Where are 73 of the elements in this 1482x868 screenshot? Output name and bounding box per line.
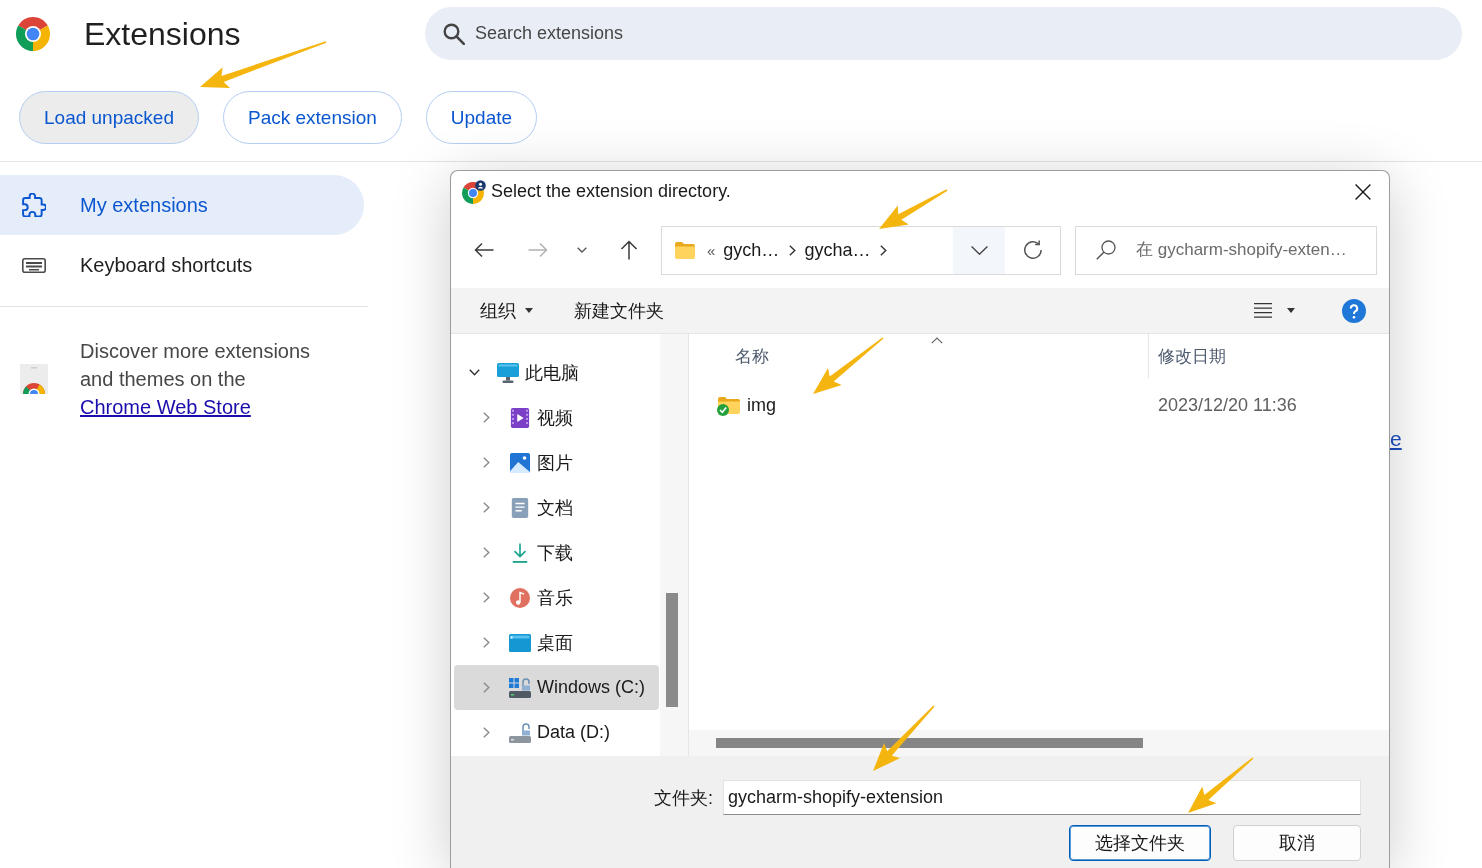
tree-item[interactable]: 图片: [454, 440, 659, 485]
breadcrumb[interactable]: gych…: [723, 239, 780, 261]
puzzle-piece-icon: [22, 193, 46, 217]
chevron-right-icon[interactable]: [789, 244, 797, 256]
keyboard-icon: [22, 257, 46, 273]
modified-date: 2023/12/20 11:36: [1157, 394, 1297, 416]
folder-icon: [674, 241, 696, 259]
search-field[interactable]: Search extensions: [425, 7, 1462, 60]
help-button[interactable]: [1342, 298, 1366, 323]
annotation-arrow: [813, 337, 884, 394]
organize-menu[interactable]: 组织: [480, 298, 533, 323]
caret-down-icon: [1287, 308, 1295, 313]
action-button[interactable]: Pack extension: [222, 91, 402, 144]
column-header[interactable]: 修改日期: [1149, 334, 1389, 378]
chevron-right-icon[interactable]: [880, 244, 888, 256]
annotation-arrow: [1188, 757, 1254, 813]
file-name[interactable]: img: [747, 394, 776, 416]
up-arrow-icon: [620, 240, 638, 260]
field-label: 文件夹:: [654, 786, 713, 810]
close-icon: [1355, 183, 1371, 200]
breadcrumb[interactable]: gycha…: [804, 239, 871, 261]
chrome-logo-icon: [16, 16, 50, 51]
tree-item[interactable]: Windows (C:): [454, 665, 659, 710]
sort-caret-icon: [930, 337, 943, 344]
music-note-icon: [509, 587, 531, 608]
tree-item[interactable]: 音乐: [454, 575, 659, 620]
select-folder-button[interactable]: 选择文件夹: [1069, 825, 1211, 861]
list-view-icon: [1254, 303, 1272, 318]
monitor-icon: [497, 362, 519, 383]
link[interactable]: e: [1390, 427, 1402, 451]
document-icon: [509, 497, 531, 518]
tree-item[interactable]: 桌面: [454, 620, 659, 665]
chrome-logo-icon: [462, 179, 486, 204]
caret-down-icon: [577, 247, 587, 253]
view-options-button[interactable]: [1254, 303, 1295, 318]
picture-icon: [509, 452, 531, 473]
tree-item[interactable]: 下载: [454, 530, 659, 575]
action-button[interactable]: Update: [425, 91, 538, 144]
help-icon: [1342, 298, 1366, 323]
caret-down-icon: [525, 308, 533, 313]
tree-item[interactable]: 文档: [454, 485, 659, 530]
search-icon: [1096, 240, 1116, 260]
folder-name-field[interactable]: gycharm-shopify-extension: [723, 780, 1361, 815]
chevron-down-icon: [970, 245, 988, 255]
action-button[interactable]: Load unpacked: [19, 91, 199, 144]
scrollbar-thumb[interactable]: [716, 738, 1143, 748]
search-icon: [443, 22, 465, 45]
drive-lock-icon: [509, 722, 531, 743]
annotation-arrow: [873, 705, 935, 771]
search-field[interactable]: 在 gycharm-shopify-exten…: [1075, 225, 1377, 275]
address-bar[interactable]: « gych… gycha…: [661, 225, 1061, 275]
tree-item[interactable]: Data (D:): [454, 710, 659, 755]
refresh-icon: [1022, 240, 1043, 260]
cancel-button[interactable]: 取消: [1233, 825, 1361, 861]
left-arrow-icon: [474, 242, 494, 258]
video-icon: [509, 407, 531, 428]
dialog-title: Select the extension directory.: [491, 181, 732, 202]
annotation-arrow: [879, 189, 948, 229]
right-arrow-icon: [528, 242, 548, 258]
system-drive-icon: [509, 677, 531, 698]
page-title: Extensions: [84, 14, 241, 54]
sidebar-item[interactable]: My extensions: [0, 175, 364, 235]
tree-item[interactable]: 此电脑: [454, 350, 659, 395]
tree-item[interactable]: 视频: [454, 395, 659, 440]
new-folder-button[interactable]: 新建文件夹: [574, 298, 664, 323]
desktop-icon: [509, 632, 531, 653]
sidebar-item[interactable]: Keyboard shortcuts: [0, 235, 364, 295]
scrollbar-thumb[interactable]: [666, 593, 678, 707]
web-store-icon: [20, 364, 48, 394]
promo-text: Discover more extensions and themes on the Chrome Web Store: [80, 339, 312, 420]
chevron-down-icon[interactable]: [468, 369, 480, 376]
breadcrumb-overflow[interactable]: «: [707, 241, 716, 259]
web-store-link[interactable]: Chrome Web Store: [80, 396, 251, 418]
